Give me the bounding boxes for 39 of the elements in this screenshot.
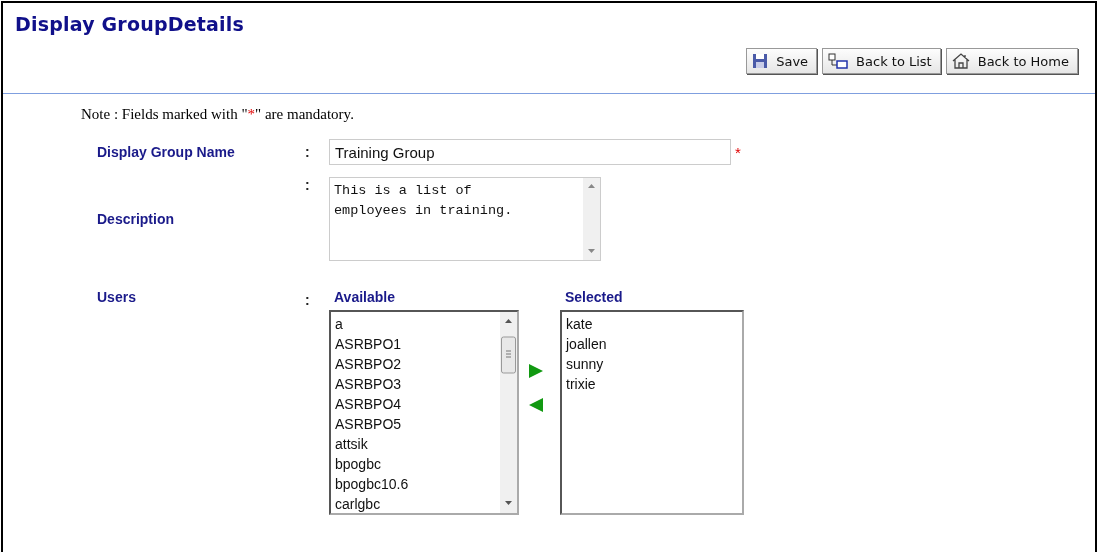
- list-item[interactable]: ASRBPO5: [334, 414, 403, 434]
- list-item[interactable]: ASRBPO2: [334, 354, 403, 374]
- save-button[interactable]: Save: [746, 48, 818, 74]
- house-icon: [951, 53, 970, 69]
- selected-listbox[interactable]: kate joallen sunny trixie: [560, 310, 744, 515]
- name-input[interactable]: Training Group: [329, 139, 731, 165]
- field-label: Display Group Name: [97, 144, 235, 160]
- page-title: Display GroupDetails: [15, 13, 244, 35]
- save-icon: [752, 53, 769, 69]
- field-label: Description: [97, 211, 174, 227]
- documents-icon: [828, 53, 849, 69]
- back-to-home-button[interactable]: Back to Home: [945, 48, 1078, 74]
- list-item[interactable]: ASRBPO4: [334, 394, 403, 414]
- back-to-list-button[interactable]: Back to List: [822, 48, 941, 74]
- list-heading: Available: [334, 289, 395, 305]
- colon: :: [305, 144, 310, 160]
- list-item[interactable]: attsik: [334, 434, 369, 454]
- move-right-icon[interactable]: [529, 364, 543, 378]
- list-item[interactable]: carlgbc: [334, 494, 382, 513]
- scrollbar[interactable]: [583, 178, 600, 260]
- move-left-icon[interactable]: [529, 398, 543, 412]
- colon: :: [305, 292, 310, 308]
- mandatory-note: Note : Fields marked with "*" are mandatory.: [81, 106, 355, 123]
- colon: :: [305, 177, 310, 193]
- description-textarea[interactable]: This is a list of employees in training.: [329, 177, 601, 261]
- list-item[interactable]: trixie: [565, 374, 597, 394]
- list-item[interactable]: joallen: [565, 334, 608, 354]
- list-item[interactable]: bpogbc10.6: [334, 474, 410, 494]
- required-mark: *: [735, 143, 741, 161]
- scrollbar[interactable]: [500, 312, 517, 513]
- list-item[interactable]: kate: [565, 314, 594, 334]
- list-item[interactable]: ASRBPO1: [334, 334, 403, 354]
- list-item[interactable]: a: [334, 314, 344, 334]
- list-item[interactable]: bpogbc: [334, 454, 382, 474]
- field-label: Users: [97, 289, 136, 305]
- list-heading: Selected: [565, 289, 623, 305]
- available-listbox[interactable]: a ASRBPO1 ASRBPO2 ASRBPO3 ASRBPO4 ASRBPO5 attsik bpogbc bpogbc10.6 carlgbc: [329, 310, 519, 515]
- list-item[interactable]: ASRBPO3: [334, 374, 403, 394]
- list-item[interactable]: sunny: [565, 354, 605, 374]
